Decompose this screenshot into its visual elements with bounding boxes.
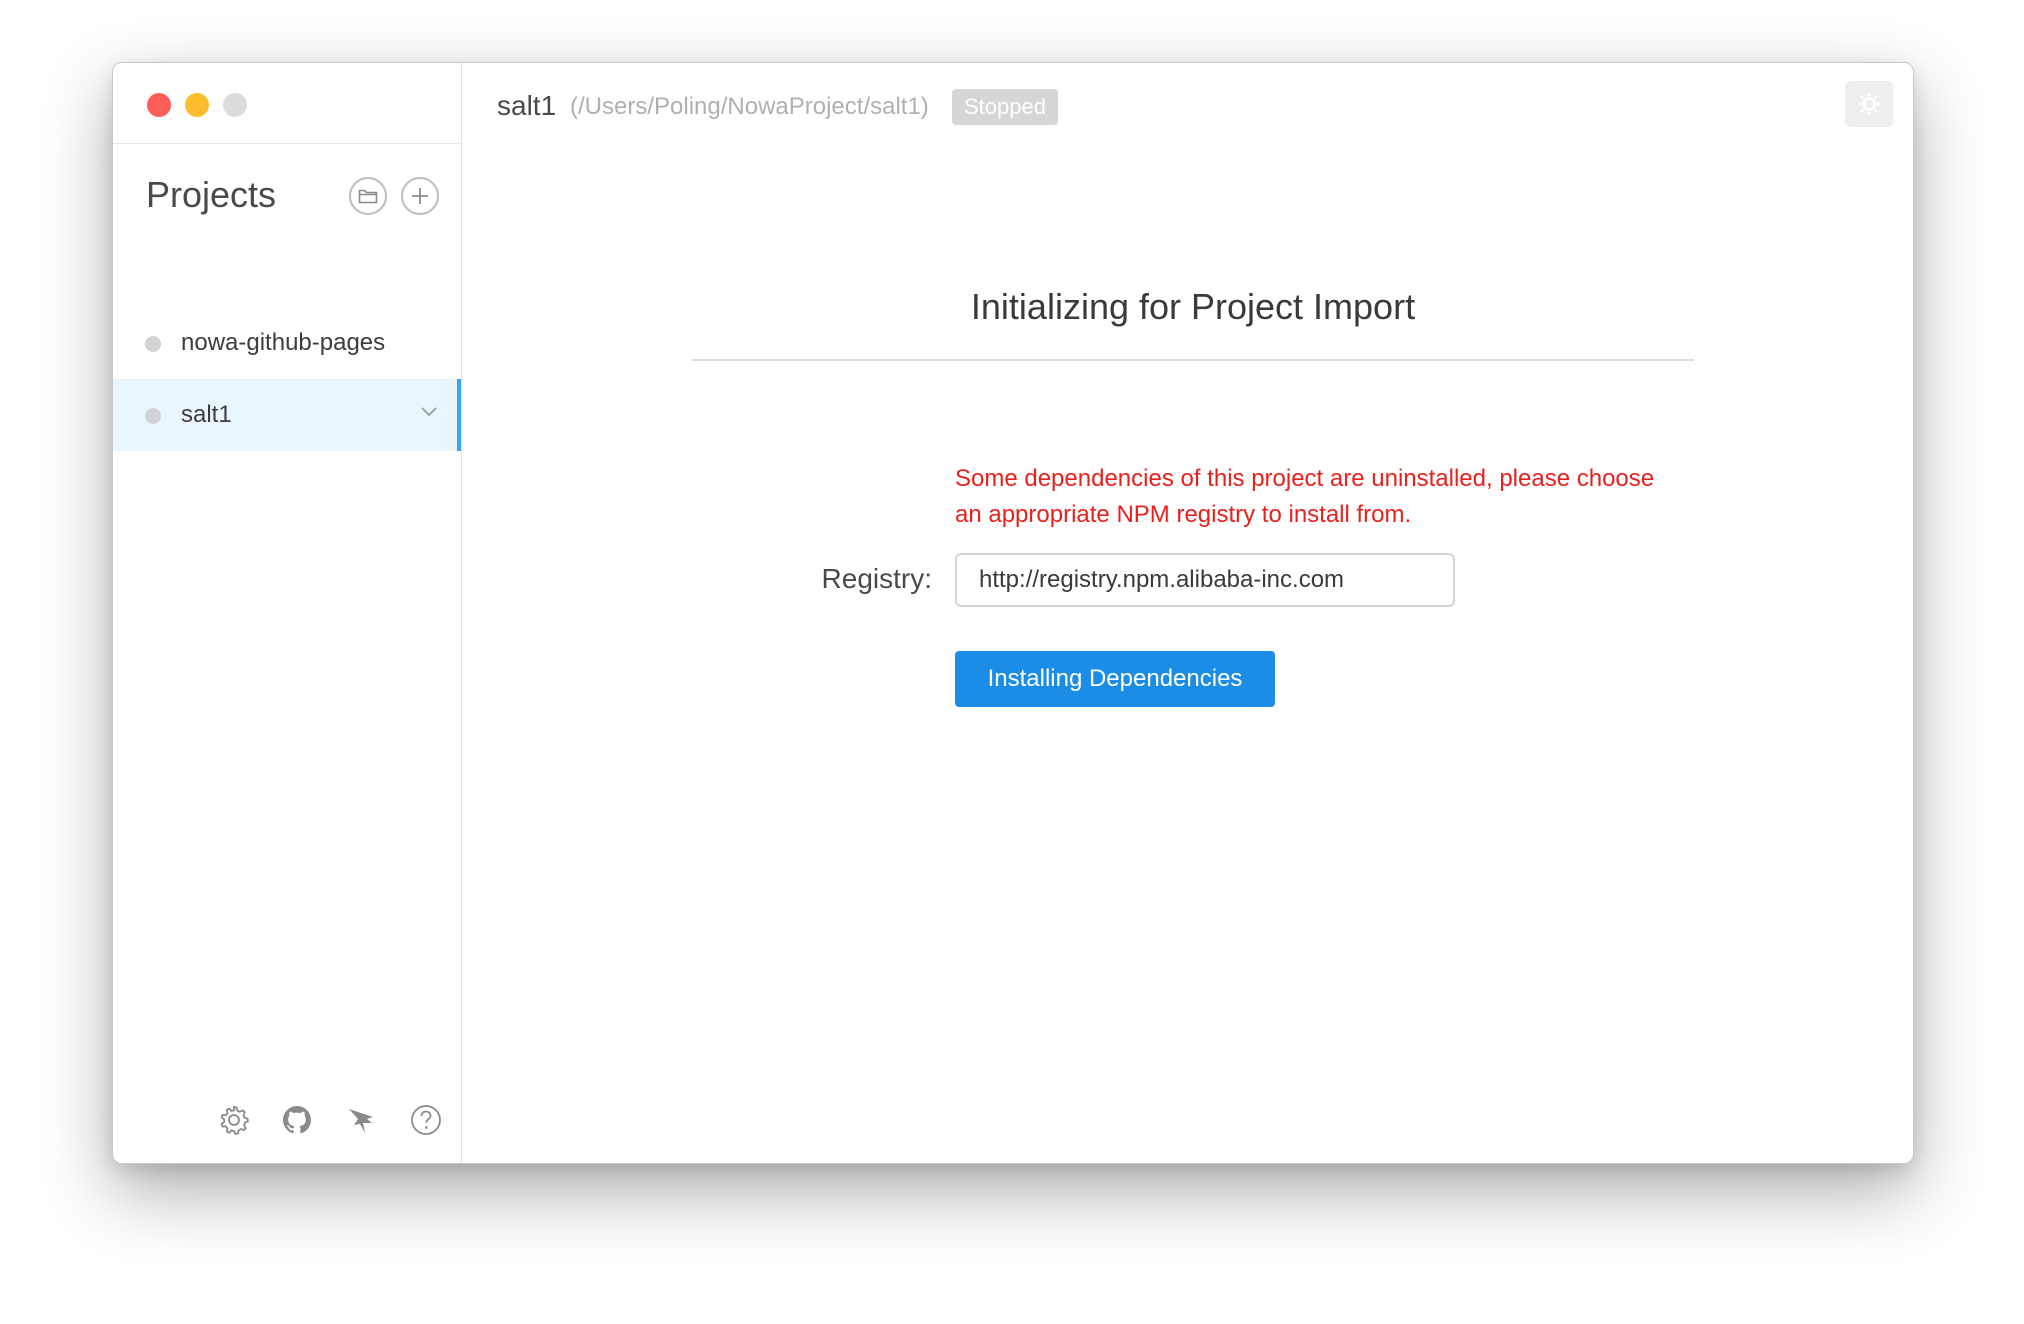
- help-icon[interactable]: [409, 1103, 443, 1137]
- add-project-button[interactable]: [401, 177, 439, 215]
- registry-label: Registry:: [821, 563, 932, 594]
- project-settings-button[interactable]: [1845, 81, 1893, 127]
- registry-input[interactable]: [955, 553, 1455, 607]
- project-item-label: nowa-github-pages: [181, 329, 386, 356]
- projects-heading: Projects: [146, 174, 277, 215]
- close-window-button[interactable]: [147, 93, 171, 117]
- install-dependencies-button[interactable]: Installing Dependencies: [955, 651, 1275, 707]
- gear-icon: [1858, 93, 1880, 115]
- app-window: Projects nowa-github-pages salt1 salt1 (…: [112, 62, 1914, 1164]
- project-item-nowa-github-pages[interactable]: nowa-github-pages: [113, 307, 461, 379]
- project-name: salt1: [497, 90, 557, 121]
- divider: [692, 359, 1694, 361]
- main-panel: salt1 (/Users/Poling/NowaProject/salt1) …: [462, 63, 1913, 1163]
- window-controls: [147, 93, 247, 117]
- status-dot: [145, 336, 161, 352]
- project-item-label: salt1: [181, 401, 232, 428]
- chevron-down-icon[interactable]: [419, 405, 439, 419]
- status-dot: [145, 408, 161, 424]
- gear-icon[interactable]: [217, 1103, 251, 1137]
- open-project-button[interactable]: [349, 177, 387, 215]
- project-path: (/Users/Poling/NowaProject/salt1): [570, 93, 929, 120]
- sidebar: Projects nowa-github-pages salt1: [113, 63, 462, 1163]
- bird-icon[interactable]: [345, 1103, 379, 1137]
- sidebar-footer: [113, 1103, 461, 1143]
- minimize-window-button[interactable]: [185, 93, 209, 117]
- maximize-window-button[interactable]: [223, 93, 247, 117]
- folder-open-icon: [358, 189, 378, 204]
- project-item-salt1[interactable]: salt1: [113, 379, 461, 451]
- warning-message: Some dependencies of this project are un…: [955, 465, 1655, 528]
- page-title: Initializing for Project Import: [970, 286, 1416, 327]
- github-icon[interactable]: [280, 1103, 314, 1137]
- status-badge: Stopped: [952, 89, 1058, 125]
- divider: [113, 143, 461, 144]
- plus-icon: [412, 188, 428, 204]
